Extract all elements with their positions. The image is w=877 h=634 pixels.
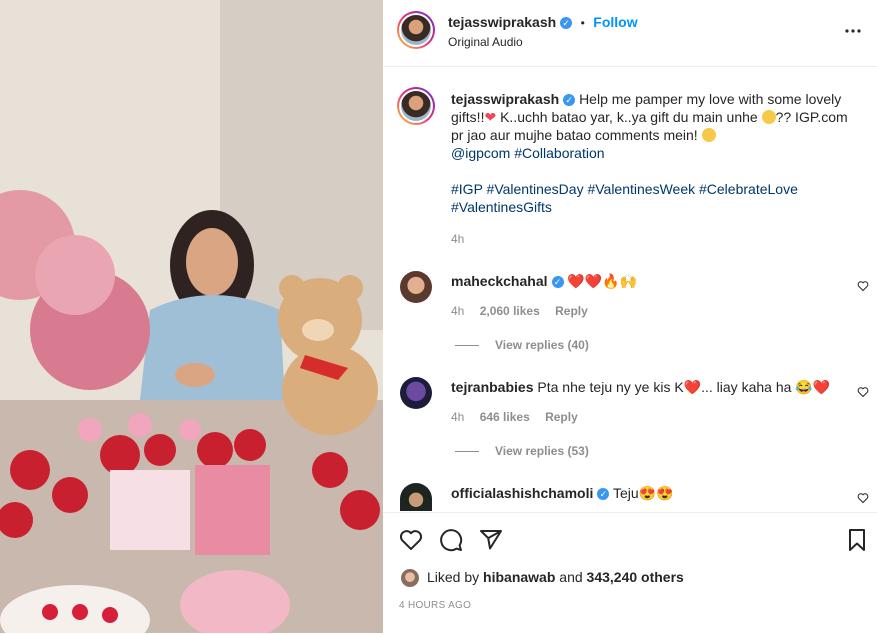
- comment-username[interactable]: tejranbabies: [451, 379, 533, 395]
- comment-time[interactable]: 4h: [451, 304, 464, 318]
- hashtag-link[interactable]: #Collaboration: [514, 145, 604, 161]
- follow-button[interactable]: Follow: [593, 14, 637, 30]
- post-header: tejasswiprakash ✓ • Follow Original Audio: [383, 0, 877, 67]
- caption-avatar[interactable]: [397, 87, 435, 125]
- post-panel: tejasswiprakash ✓ • Follow Original Audio…: [383, 0, 877, 633]
- more-horizontal-icon[interactable]: [843, 24, 863, 38]
- comment-3: officialashishchamoli ✓ Teju😍😍: [451, 484, 841, 502]
- post-timestamp[interactable]: 4 HOURS AGO: [399, 600, 471, 611]
- comment-avatar[interactable]: [400, 271, 432, 303]
- likes-count[interactable]: 343,240 others: [587, 569, 684, 585]
- audio-label[interactable]: Original Audio: [448, 35, 523, 49]
- comment-username[interactable]: officialashishchamoli: [451, 485, 593, 501]
- post-photo: [0, 0, 383, 633]
- comment-like-heart-icon[interactable]: [857, 385, 869, 398]
- comment-likes[interactable]: 646 likes: [480, 410, 530, 424]
- comment-likes[interactable]: 2,060 likes: [480, 304, 540, 318]
- comment-1: maheckchahal ✓ ❤️❤️🔥🙌: [451, 272, 841, 290]
- wink-emoji-icon: [761, 110, 776, 124]
- verified-badge-icon: ✓: [597, 488, 610, 501]
- view-replies-button[interactable]: View replies (53): [455, 444, 589, 458]
- comment-text: Teju😍😍: [613, 485, 674, 501]
- comment-meta: 4h 2,060 likes Reply: [451, 304, 588, 318]
- liker-username[interactable]: hibanawab: [483, 569, 555, 585]
- caption-time[interactable]: 4h: [451, 232, 464, 246]
- comment-meta: 4h 646 likes Reply: [451, 410, 578, 424]
- likes-summary: Liked by hibanawab and 343,240 others: [427, 569, 684, 585]
- bookmark-icon[interactable]: [845, 528, 869, 557]
- likes-prefix: Liked by: [427, 569, 484, 585]
- liker-avatar[interactable]: [401, 569, 419, 587]
- separator: •: [580, 16, 585, 30]
- smile-emoji-icon: [701, 128, 716, 142]
- avatar[interactable]: [397, 11, 435, 49]
- reply-button[interactable]: Reply: [545, 410, 578, 424]
- comment-text: ❤️❤️🔥🙌: [567, 273, 638, 289]
- comment-2: tejranbabies Pta nhe teju ny ye kis K❤️.…: [451, 378, 841, 396]
- view-replies-button[interactable]: View replies (40): [455, 338, 589, 352]
- caption-username[interactable]: tejasswiprakash: [451, 91, 559, 107]
- likes-middle: and: [555, 569, 587, 585]
- caption: tejasswiprakash ✓ Help me pamper my love …: [451, 90, 851, 216]
- comment-icon[interactable]: [439, 528, 463, 557]
- verified-badge-icon: ✓: [551, 276, 564, 289]
- reply-button[interactable]: Reply: [555, 304, 588, 318]
- comment-time[interactable]: 4h: [451, 410, 464, 424]
- mention-link[interactable]: @igpcom: [451, 145, 510, 161]
- comment-username[interactable]: maheckchahal: [451, 273, 548, 289]
- comment-avatar[interactable]: [400, 377, 432, 409]
- comment-avatar[interactable]: [400, 483, 432, 511]
- post-media[interactable]: [0, 0, 383, 633]
- heart-emoji-icon: ❤: [484, 109, 497, 125]
- hashtags[interactable]: #IGP #ValentinesDay #ValentinesWeek #Cel…: [451, 181, 798, 215]
- comment-like-heart-icon[interactable]: [857, 491, 869, 504]
- header-username[interactable]: tejasswiprakash: [448, 14, 556, 30]
- caption-text-2: K..uchh batao yar, k..ya gift du main un…: [496, 109, 762, 125]
- comment-like-heart-icon[interactable]: [857, 279, 869, 292]
- send-icon[interactable]: [479, 528, 503, 557]
- verified-badge-icon: ✓: [560, 16, 573, 29]
- verified-badge-icon: ✓: [563, 94, 576, 107]
- heart-icon[interactable]: [399, 528, 423, 557]
- comment-text: Pta nhe teju ny ye kis K❤️... liay kaha …: [537, 379, 831, 395]
